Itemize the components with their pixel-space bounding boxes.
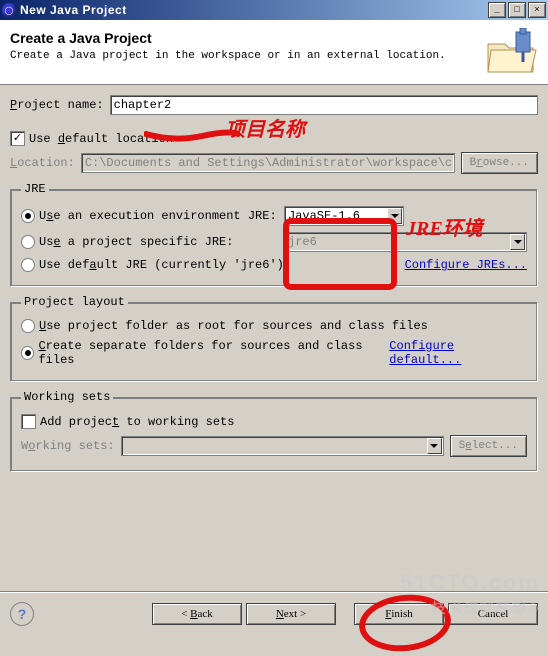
wizard-folder-icon xyxy=(483,28,538,76)
layout-root-label: Use project folder as root for sources a… xyxy=(39,319,428,333)
help-button[interactable]: ? xyxy=(10,602,34,626)
layout-option-separate[interactable]: Create separate folders for sources and … xyxy=(21,339,527,367)
layout-separate-radio[interactable] xyxy=(21,346,34,360)
jre-default-label: Use default JRE (currently 'jre6') xyxy=(39,258,284,272)
jre-group: JRE Use an execution environment JRE: Ja… xyxy=(10,182,538,287)
add-to-working-sets-checkbox[interactable] xyxy=(21,414,36,429)
layout-separate-label: Create separate folders for sources and … xyxy=(38,339,389,367)
dropdown-arrow-icon[interactable] xyxy=(387,208,402,224)
project-name-row: Project name: xyxy=(10,95,538,115)
project-name-label: Project name: xyxy=(10,98,104,112)
working-sets-select xyxy=(121,436,444,456)
titlebar[interactable]: New Java Project _ □ × xyxy=(0,0,548,20)
footer: ? < Back Next > Finish Cancel xyxy=(0,591,548,636)
jre-specific-value: jre6 xyxy=(288,235,317,249)
banner-subtitle: Create a Java project in the workspace o… xyxy=(10,50,446,62)
working-sets-group: Working sets Add project to working sets… xyxy=(10,390,538,472)
jre-exec-env-value: JavaSE-1.6 xyxy=(288,209,360,223)
dropdown-arrow-icon xyxy=(510,234,525,250)
working-sets-select-row: Working sets: Select... xyxy=(21,435,527,457)
close-button[interactable]: × xyxy=(528,2,546,18)
jre-exec-env-radio[interactable] xyxy=(21,209,35,223)
layout-root-radio[interactable] xyxy=(21,319,35,333)
use-default-location-checkbox[interactable]: ✓ xyxy=(10,131,25,146)
finish-button[interactable]: Finish xyxy=(354,603,444,625)
banner-title: Create a Java Project xyxy=(10,30,446,46)
dropdown-arrow-icon xyxy=(427,438,442,454)
select-working-sets-button: Select... xyxy=(450,435,527,457)
cancel-button[interactable]: Cancel xyxy=(448,603,538,625)
app-icon xyxy=(2,3,16,17)
configure-jres-link[interactable]: Configure JREs... xyxy=(405,258,527,272)
jre-specific-select: jre6 xyxy=(284,232,527,252)
layout-option-root[interactable]: Use project folder as root for sources a… xyxy=(21,319,527,333)
location-label: Location: xyxy=(10,156,75,170)
use-default-location-label: Use default location xyxy=(29,132,173,146)
jre-specific-label: Use a project specific JRE: xyxy=(39,235,284,249)
next-button[interactable]: Next > xyxy=(246,603,336,625)
use-default-location-row[interactable]: ✓ Use default location xyxy=(10,131,538,146)
location-input xyxy=(81,153,455,173)
jre-specific-radio[interactable] xyxy=(21,235,35,249)
browse-button: Browse... xyxy=(461,152,538,174)
minimize-button[interactable]: _ xyxy=(488,2,506,18)
project-layout-legend: Project layout xyxy=(21,295,128,309)
dialog-window: New Java Project _ □ × Create a Java Pro… xyxy=(0,0,548,640)
project-name-input[interactable] xyxy=(110,95,538,115)
back-button[interactable]: < Back xyxy=(152,603,242,625)
project-layout-group: Project layout Use project folder as roo… xyxy=(10,295,538,382)
location-row: Location: Browse... xyxy=(10,152,538,174)
window-title: New Java Project xyxy=(20,3,127,17)
working-sets-label: Working sets: xyxy=(21,439,115,453)
jre-exec-env-label: Use an execution environment JRE: xyxy=(39,209,284,223)
banner: Create a Java Project Create a Java proj… xyxy=(0,20,548,85)
add-to-working-sets-label: Add project to working sets xyxy=(40,415,234,429)
working-sets-legend: Working sets xyxy=(21,390,113,404)
jre-default-radio[interactable] xyxy=(21,258,35,272)
jre-option-default[interactable]: Use default JRE (currently 'jre6') Confi… xyxy=(21,258,527,272)
jre-option-exec-env[interactable]: Use an execution environment JRE: JavaSE… xyxy=(21,206,527,226)
add-to-working-sets-row[interactable]: Add project to working sets xyxy=(21,414,527,429)
jre-option-specific[interactable]: Use a project specific JRE: jre6 xyxy=(21,232,527,252)
jre-exec-env-select[interactable]: JavaSE-1.6 xyxy=(284,206,404,226)
maximize-button[interactable]: □ xyxy=(508,2,526,18)
jre-legend: JRE xyxy=(21,182,49,196)
configure-default-link[interactable]: Configure default... xyxy=(389,339,527,367)
